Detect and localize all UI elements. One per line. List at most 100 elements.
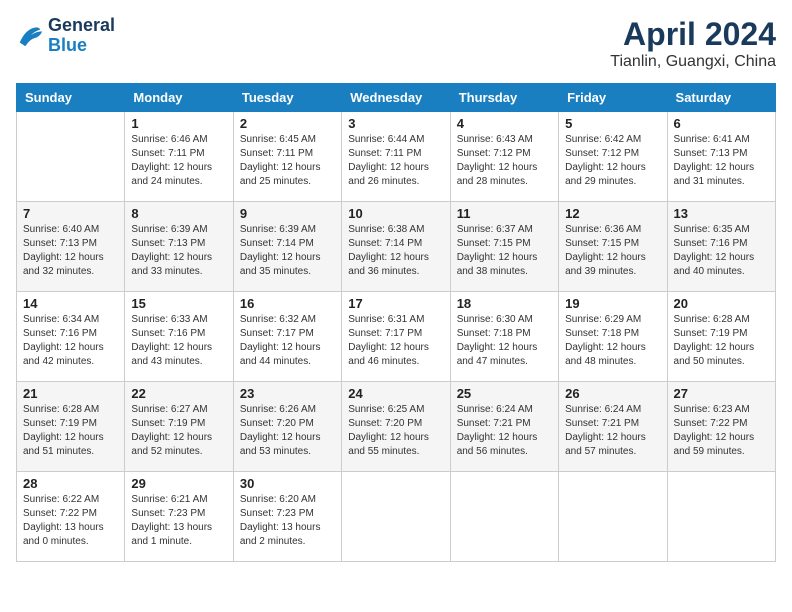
calendar-cell: 28 Sunrise: 6:22 AM Sunset: 7:22 PM Dayli… [17, 472, 125, 562]
location-title: Tianlin, Guangxi, China [610, 53, 776, 71]
calendar-cell [559, 472, 667, 562]
day-number: 17 [348, 296, 443, 311]
calendar-cell: 18 Sunrise: 6:30 AM Sunset: 7:18 PM Dayli… [450, 292, 558, 382]
calendar-cell: 10 Sunrise: 6:38 AM Sunset: 7:14 PM Dayli… [342, 202, 450, 292]
day-info: Sunrise: 6:33 AM Sunset: 7:16 PM Dayligh… [131, 313, 226, 369]
day-info: Sunrise: 6:21 AM Sunset: 7:23 PM Dayligh… [131, 493, 226, 549]
day-number: 18 [457, 296, 552, 311]
day-number: 14 [23, 296, 118, 311]
calendar-cell: 24 Sunrise: 6:25 AM Sunset: 7:20 PM Dayli… [342, 382, 450, 472]
day-number: 10 [348, 206, 443, 221]
calendar-cell: 12 Sunrise: 6:36 AM Sunset: 7:15 PM Dayli… [559, 202, 667, 292]
week-row-5: 28 Sunrise: 6:22 AM Sunset: 7:22 PM Dayli… [17, 472, 776, 562]
day-info: Sunrise: 6:22 AM Sunset: 7:22 PM Dayligh… [23, 493, 118, 549]
calendar-cell: 15 Sunrise: 6:33 AM Sunset: 7:16 PM Dayli… [125, 292, 233, 382]
day-number: 5 [565, 116, 660, 131]
calendar-cell: 21Sunrise: 6:28 AM Sunset: 7:19 PM Dayli… [17, 382, 125, 472]
day-info: Sunrise: 6:30 AM Sunset: 7:18 PM Dayligh… [457, 313, 552, 369]
day-number: 23 [240, 386, 335, 401]
day-info: Sunrise: 6:32 AM Sunset: 7:17 PM Dayligh… [240, 313, 335, 369]
calendar-cell: 11Sunrise: 6:37 AM Sunset: 7:15 PM Dayli… [450, 202, 558, 292]
month-title: April 2024 [610, 16, 776, 53]
week-row-1: 1 Sunrise: 6:46 AM Sunset: 7:11 PM Daylig… [17, 112, 776, 202]
week-row-2: 7Sunrise: 6:40 AM Sunset: 7:13 PM Daylig… [17, 202, 776, 292]
day-number: 2 [240, 116, 335, 131]
weekday-header-friday: Friday [559, 84, 667, 112]
day-number: 20 [674, 296, 769, 311]
day-info: Sunrise: 6:25 AM Sunset: 7:20 PM Dayligh… [348, 403, 443, 459]
calendar-cell: 14 Sunrise: 6:34 AM Sunset: 7:16 PM Dayli… [17, 292, 125, 382]
day-number: 6 [674, 116, 769, 131]
day-number: 21 [23, 386, 118, 401]
day-info: Sunrise: 6:26 AM Sunset: 7:20 PM Dayligh… [240, 403, 335, 459]
calendar-cell: 26 Sunrise: 6:24 AM Sunset: 7:21 PM Dayli… [559, 382, 667, 472]
day-info: Sunrise: 6:36 AM Sunset: 7:15 PM Dayligh… [565, 223, 660, 279]
day-info: Sunrise: 6:44 AM Sunset: 7:11 PM Dayligh… [348, 133, 443, 189]
calendar-cell: 22 Sunrise: 6:27 AM Sunset: 7:19 PM Dayli… [125, 382, 233, 472]
day-number: 12 [565, 206, 660, 221]
calendar-table: SundayMondayTuesdayWednesdayThursdayFrid… [16, 83, 776, 562]
weekday-header-thursday: Thursday [450, 84, 558, 112]
day-info: Sunrise: 6:39 AM Sunset: 7:13 PM Dayligh… [131, 223, 226, 279]
day-number: 16 [240, 296, 335, 311]
weekday-header-row: SundayMondayTuesdayWednesdayThursdayFrid… [17, 84, 776, 112]
day-info: Sunrise: 6:20 AM Sunset: 7:23 PM Dayligh… [240, 493, 335, 549]
weekday-header-sunday: Sunday [17, 84, 125, 112]
day-number: 9 [240, 206, 335, 221]
calendar-cell: 20 Sunrise: 6:28 AM Sunset: 7:19 PM Dayli… [667, 292, 775, 382]
day-number: 3 [348, 116, 443, 131]
day-info: Sunrise: 6:27 AM Sunset: 7:19 PM Dayligh… [131, 403, 226, 459]
day-number: 27 [674, 386, 769, 401]
day-number: 24 [348, 386, 443, 401]
day-info: Sunrise: 6:45 AM Sunset: 7:11 PM Dayligh… [240, 133, 335, 189]
calendar-cell: 30 Sunrise: 6:20 AM Sunset: 7:23 PM Dayli… [233, 472, 341, 562]
day-info: Sunrise: 6:46 AM Sunset: 7:11 PM Dayligh… [131, 133, 226, 189]
logo-icon [16, 22, 44, 50]
day-info: Sunrise: 6:43 AM Sunset: 7:12 PM Dayligh… [457, 133, 552, 189]
day-info: Sunrise: 6:24 AM Sunset: 7:21 PM Dayligh… [565, 403, 660, 459]
calendar-cell: 25 Sunrise: 6:24 AM Sunset: 7:21 PM Dayli… [450, 382, 558, 472]
day-info: Sunrise: 6:28 AM Sunset: 7:19 PM Dayligh… [674, 313, 769, 369]
calendar-cell: 16 Sunrise: 6:32 AM Sunset: 7:17 PM Dayli… [233, 292, 341, 382]
weekday-header-monday: Monday [125, 84, 233, 112]
day-info: Sunrise: 6:39 AM Sunset: 7:14 PM Dayligh… [240, 223, 335, 279]
day-number: 15 [131, 296, 226, 311]
day-number: 28 [23, 476, 118, 491]
weekday-header-saturday: Saturday [667, 84, 775, 112]
calendar-cell [17, 112, 125, 202]
day-number: 4 [457, 116, 552, 131]
day-info: Sunrise: 6:34 AM Sunset: 7:16 PM Dayligh… [23, 313, 118, 369]
day-number: 1 [131, 116, 226, 131]
calendar-cell: 3 Sunrise: 6:44 AM Sunset: 7:11 PM Daylig… [342, 112, 450, 202]
day-number: 30 [240, 476, 335, 491]
weekday-header-wednesday: Wednesday [342, 84, 450, 112]
day-info: Sunrise: 6:31 AM Sunset: 7:17 PM Dayligh… [348, 313, 443, 369]
day-number: 26 [565, 386, 660, 401]
day-number: 7 [23, 206, 118, 221]
day-number: 22 [131, 386, 226, 401]
day-number: 19 [565, 296, 660, 311]
calendar-cell: 13Sunrise: 6:35 AM Sunset: 7:16 PM Dayli… [667, 202, 775, 292]
day-number: 8 [131, 206, 226, 221]
calendar-cell [667, 472, 775, 562]
day-info: Sunrise: 6:41 AM Sunset: 7:13 PM Dayligh… [674, 133, 769, 189]
calendar-cell: 2 Sunrise: 6:45 AM Sunset: 7:11 PM Daylig… [233, 112, 341, 202]
calendar-cell: 8 Sunrise: 6:39 AM Sunset: 7:13 PM Daylig… [125, 202, 233, 292]
day-info: Sunrise: 6:24 AM Sunset: 7:21 PM Dayligh… [457, 403, 552, 459]
day-number: 11 [457, 206, 552, 221]
calendar-cell: 29 Sunrise: 6:21 AM Sunset: 7:23 PM Dayli… [125, 472, 233, 562]
day-number: 29 [131, 476, 226, 491]
logo-text: General Blue [48, 16, 115, 56]
calendar-cell: 17 Sunrise: 6:31 AM Sunset: 7:17 PM Dayli… [342, 292, 450, 382]
calendar-cell: 4 Sunrise: 6:43 AM Sunset: 7:12 PM Daylig… [450, 112, 558, 202]
day-number: 25 [457, 386, 552, 401]
calendar-cell [342, 472, 450, 562]
day-info: Sunrise: 6:38 AM Sunset: 7:14 PM Dayligh… [348, 223, 443, 279]
logo: General Blue [16, 16, 115, 56]
calendar-cell: 9 Sunrise: 6:39 AM Sunset: 7:14 PM Daylig… [233, 202, 341, 292]
calendar-cell: 5Sunrise: 6:42 AM Sunset: 7:12 PM Daylig… [559, 112, 667, 202]
day-info: Sunrise: 6:35 AM Sunset: 7:16 PM Dayligh… [674, 223, 769, 279]
weekday-header-tuesday: Tuesday [233, 84, 341, 112]
calendar-cell: 27Sunrise: 6:23 AM Sunset: 7:22 PM Dayli… [667, 382, 775, 472]
page-header: General Blue April 2024 Tianlin, Guangxi… [16, 16, 776, 71]
